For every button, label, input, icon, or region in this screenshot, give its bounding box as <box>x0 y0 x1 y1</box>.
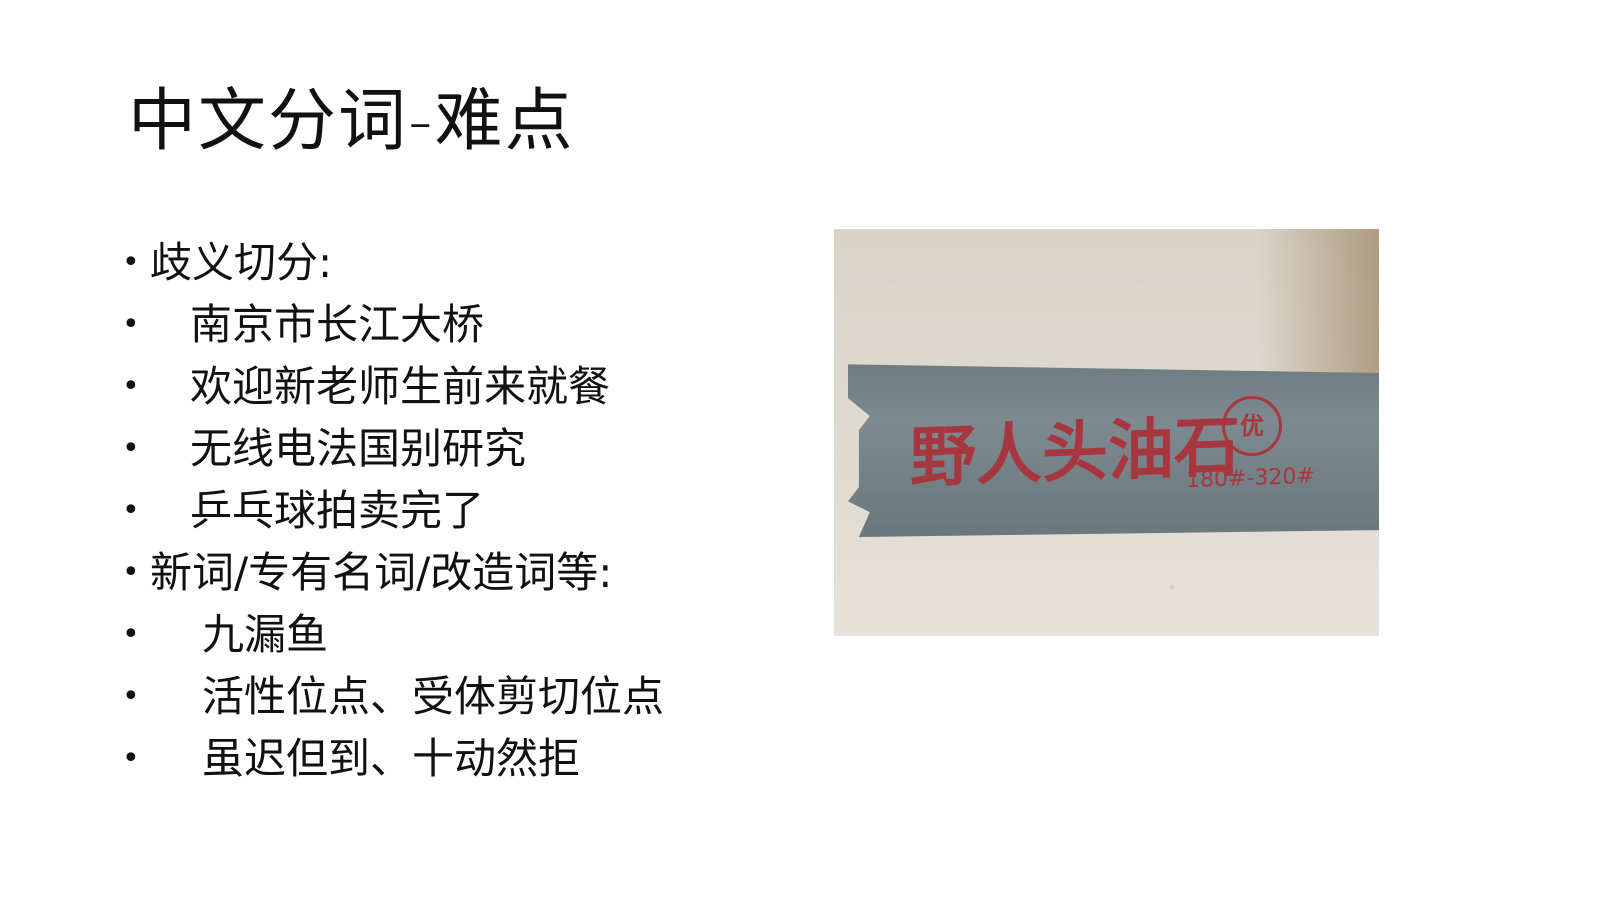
bullet-text: 欢迎新老师生前来就餐 <box>190 362 611 411</box>
bullet-marker: • <box>122 307 140 342</box>
bullet-marker: • <box>122 679 140 714</box>
bullet-text: 乒乓球拍卖完了 <box>190 486 485 535</box>
bullet-item: • 歧义切分: <box>122 232 664 294</box>
bullet-item: • 新词/专有名词/改造词等: <box>122 542 664 604</box>
whetstone-grade-text: 180#-320# <box>1186 463 1315 494</box>
bullet-text: 活性位点、受体剪切位点 <box>202 672 665 721</box>
bullet-item: • 活性位点、受体剪切位点 <box>122 666 664 728</box>
whetstone-seal-icon: 优 <box>1222 396 1282 456</box>
bullet-item: • 乒乓球拍卖完了 <box>122 480 664 542</box>
bullet-marker: • <box>122 431 140 466</box>
bullet-marker: • <box>122 741 140 776</box>
bullet-marker: • <box>122 245 140 280</box>
bullet-text: 九漏鱼 <box>202 610 329 659</box>
bullet-text: 虽迟但到、十动然拒 <box>202 734 581 783</box>
bullet-text: 无线电法国别研究 <box>190 424 527 473</box>
bullet-list: • 歧义切分: • 南京市长江大桥 • 欢迎新老师生前来就餐 • 无线电法国别研究 • 乒… <box>122 232 664 790</box>
bullet-marker: • <box>122 617 140 652</box>
bullet-marker: • <box>122 555 140 590</box>
bullet-item: • 九漏鱼 <box>122 604 664 666</box>
bullet-item: • 无线电法国别研究 <box>122 418 664 480</box>
slide: 中文分词-难点 • 歧义切分: • 南京市长江大桥 • 欢迎新老师生前来就餐 • 无线电… <box>0 0 1600 900</box>
bullet-text: 南京市长江大桥 <box>190 300 485 349</box>
whetstone-photo: 野人头油石 优 180#-320# <box>834 229 1379 636</box>
bullet-text: 歧义切分: <box>150 238 333 287</box>
bullet-marker: • <box>122 369 140 404</box>
bullet-item: • 欢迎新老师生前来就餐 <box>122 356 664 418</box>
bullet-item: • 虽迟但到、十动然拒 <box>122 728 664 790</box>
bullet-item: • 南京市长江大桥 <box>122 294 664 356</box>
bullet-marker: • <box>122 493 140 528</box>
slide-title: 中文分词-难点 <box>128 82 575 161</box>
bullet-text: 新词/专有名词/改造词等: <box>150 548 613 597</box>
